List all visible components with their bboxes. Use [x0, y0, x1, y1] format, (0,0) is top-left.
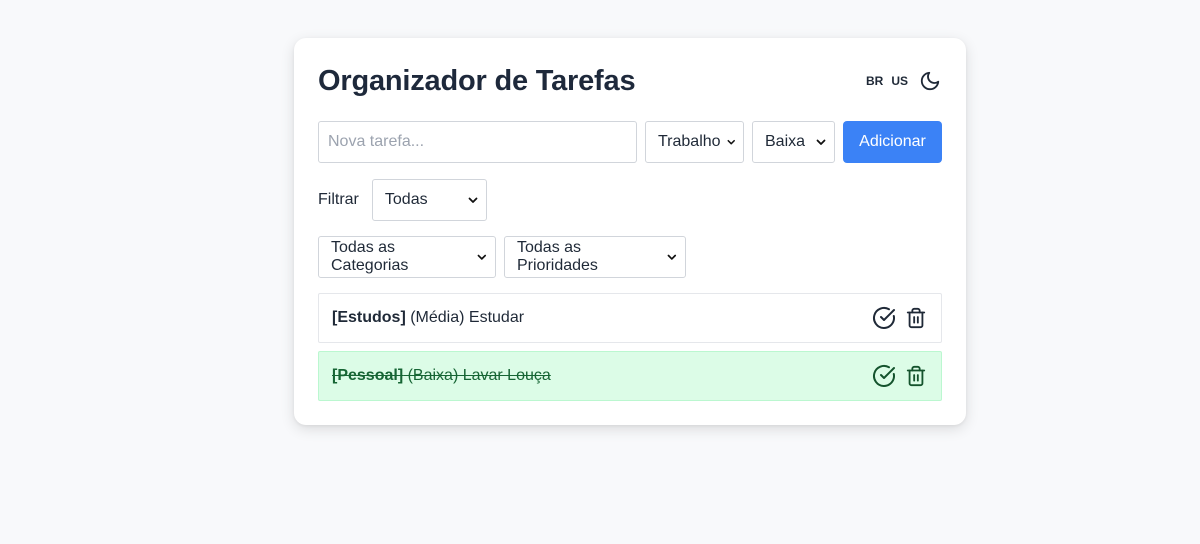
- chevron-down-icon: [727, 139, 735, 145]
- new-task-row: Nova tarefa... Trabalho Baixa Adicionar: [318, 121, 942, 163]
- chevron-down-icon: [667, 254, 677, 260]
- chevron-down-icon: [816, 139, 826, 145]
- task-description: (Baixa) Lavar Louça: [403, 367, 551, 384]
- task-description: (Média) Estudar: [405, 309, 525, 326]
- check-circle-icon[interactable]: [872, 306, 896, 330]
- add-task-button[interactable]: Adicionar: [843, 121, 942, 163]
- task-text: [Estudos] (Média) Estudar: [332, 309, 524, 327]
- new-task-input[interactable]: Nova tarefa...: [318, 121, 637, 163]
- header-actions: BR US: [866, 69, 942, 93]
- task-list: [Estudos] (Média) Estudar [Pessoal] (Bai…: [318, 293, 942, 401]
- language-br-button[interactable]: BR: [866, 74, 883, 88]
- priority-filter-select[interactable]: Todas as Prioridades: [504, 236, 686, 278]
- moon-icon[interactable]: [918, 69, 942, 93]
- language-us-button[interactable]: US: [891, 74, 908, 88]
- task-actions: [872, 364, 928, 388]
- task-text: [Pessoal] (Baixa) Lavar Louça: [332, 367, 551, 385]
- priority-select-value: Baixa: [765, 133, 806, 150]
- task-actions: [872, 306, 928, 330]
- task-item: [Estudos] (Média) Estudar: [318, 293, 942, 343]
- chevron-down-icon: [477, 254, 487, 260]
- task-category: [Estudos]: [332, 309, 406, 326]
- filter-row: Filtrar Todas: [318, 178, 942, 221]
- category-priority-filter-row: Todas as Categorias Todas as Prioridades: [318, 236, 942, 278]
- trash-icon[interactable]: [904, 306, 928, 330]
- category-select-value: Trabalho: [658, 133, 721, 150]
- status-filter-select[interactable]: Todas: [371, 178, 487, 221]
- chevron-down-icon: [468, 197, 478, 203]
- task-organizer-card: Organizador de Tarefas BR US Nova tarefa…: [294, 38, 966, 425]
- status-filter-value: Todas: [384, 190, 428, 208]
- trash-icon[interactable]: [904, 364, 928, 388]
- check-circle-icon[interactable]: [872, 364, 896, 388]
- header: Organizador de Tarefas BR US: [318, 59, 942, 103]
- category-select[interactable]: Trabalho: [645, 121, 744, 163]
- category-filter-value: Todas as Categorias: [331, 239, 409, 274]
- priority-select[interactable]: Baixa: [752, 121, 835, 163]
- filter-label: Filtrar: [318, 190, 359, 208]
- task-category: [Pessoal]: [332, 367, 404, 384]
- page-title: Organizador de Tarefas: [318, 64, 636, 97]
- category-filter-select[interactable]: Todas as Categorias: [318, 236, 496, 278]
- task-item-completed: [Pessoal] (Baixa) Lavar Louça: [318, 351, 942, 401]
- priority-filter-value: Todas as Prioridades: [517, 239, 598, 274]
- new-task-placeholder: Nova tarefa...: [328, 133, 425, 150]
